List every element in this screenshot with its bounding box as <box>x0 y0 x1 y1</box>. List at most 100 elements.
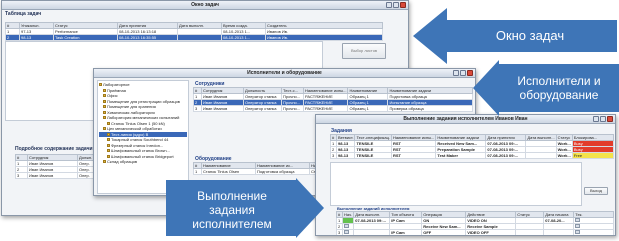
tree-label: Лабораторное <box>103 82 130 87</box>
folder-icon <box>103 99 106 103</box>
machine-icon <box>107 143 110 147</box>
cell: Иван Иванов <box>27 172 78 179</box>
start-icon[interactable] <box>344 224 349 228</box>
column-header[interactable]: Наименование испы... <box>302 87 349 94</box>
cell <box>525 152 557 159</box>
actions-table: # Нач. Дата выполн. Тип объекта Операция… <box>336 211 614 235</box>
staff-table: # Сотрудник Должность Тест-с... Наименов… <box>193 87 473 112</box>
tasks-table: # Уникальн. Статус Дата принятия Дата вы… <box>5 22 383 41</box>
cell: 3 <box>193 105 202 112</box>
column-header[interactable]: Ветвист. <box>335 134 356 141</box>
tree-label: Помещение для регистрации образцов <box>107 98 180 104</box>
close-icon[interactable] <box>607 116 613 122</box>
column-header[interactable]: Наименование испы... <box>390 134 437 141</box>
table-row[interactable]: 3 Иван Иванов Оператор станка Прочно... … <box>193 105 473 112</box>
cell: Task Creation <box>53 34 118 41</box>
tree-label: Тест-линия (ядро) В <box>111 131 149 137</box>
cell: RST <box>390 152 437 159</box>
cell: 07-08-2013 09:... <box>353 217 391 224</box>
cell <box>177 34 222 41</box>
cell: Оператор станка <box>243 105 282 112</box>
cell: Подготовка образца <box>255 168 310 175</box>
tree-label: Лаборатория механических испытаний <box>107 115 180 120</box>
machine-icon <box>107 149 110 153</box>
column-header[interactable]: Статус <box>555 134 573 141</box>
tree-label: Токарный станок Southbend 44 <box>111 137 169 142</box>
column-header[interactable]: Тест-спецификац. <box>354 134 392 141</box>
minimize-icon[interactable] <box>386 2 392 8</box>
tree-label: Шлифовальный станок Brown... <box>111 148 170 153</box>
cell[interactable] <box>341 229 355 235</box>
execution-window-titlebar[interactable]: Выполнение задания исполнителем Иванов И… <box>316 115 615 124</box>
table-row-selected[interactable]: 2 98-13 Task Creation 08-10-2013 16:35:5… <box>5 34 383 41</box>
cell: 1 <box>193 168 202 175</box>
cell: Test Maker <box>435 152 487 159</box>
executors-window-title: Исполнители и оборудование <box>247 70 322 76</box>
task-window-titlebar[interactable]: Окно задач <box>2 1 408 10</box>
action-icon[interactable] <box>575 224 581 228</box>
cell: Иванов Ив. <box>265 34 383 41</box>
tree-label: Помещение для хранения <box>107 104 156 109</box>
folder-icon <box>103 160 106 164</box>
cell <box>543 229 575 235</box>
select-sheets-button[interactable]: Выбор листов <box>342 43 386 59</box>
cell: VIDEO OFF <box>465 229 517 235</box>
callout-execution: Выполнение задания исполнителем <box>166 178 324 241</box>
tree-label: Офис <box>107 93 118 98</box>
minimize-icon[interactable] <box>453 70 459 76</box>
cell: Проверка образца <box>387 105 473 112</box>
tree-label: Склад образцов <box>107 159 138 164</box>
cell: РАСТЯЖЕНИЕ <box>302 105 349 112</box>
tree-node[interactable]: Склад образцов <box>99 159 187 165</box>
cell: Оператор станка <box>243 93 282 100</box>
cell[interactable] <box>573 229 614 235</box>
callout-task-window: Окно задач <box>413 8 617 64</box>
callout-executors: Исполнители и оборудование <box>473 60 619 116</box>
folder-icon <box>103 94 106 98</box>
cell: 98-13 <box>335 152 356 159</box>
action-icon[interactable] <box>575 230 581 234</box>
tree-label: Фрезерный станок Inredon... <box>111 142 164 148</box>
machine-icon <box>107 132 110 136</box>
cell <box>515 229 545 235</box>
cell: 3 <box>15 172 28 179</box>
close-icon[interactable] <box>400 2 406 8</box>
callout-execution-text: Выполнение задания исполнителем <box>192 188 272 231</box>
tree-label: Приёмная <box>107 87 126 93</box>
cell: IP Cam <box>389 229 423 235</box>
maximize-icon[interactable] <box>393 2 399 8</box>
tree-label: Цех механической обработки <box>107 126 162 131</box>
machine-icon <box>107 154 110 158</box>
column-header[interactable]: Дата выполн... <box>525 134 557 141</box>
cell: TENSILE <box>354 152 392 159</box>
cell: 98-13 <box>19 34 54 41</box>
callout-executors-text: Исполнители и оборудование <box>517 74 601 102</box>
tasks-table-label: Таблица задач <box>5 11 42 17</box>
action-icon[interactable] <box>575 218 581 222</box>
start-icon[interactable] <box>344 230 349 234</box>
folder-icon <box>99 83 102 87</box>
folder-icon <box>103 116 106 120</box>
exit-button[interactable]: Выход <box>584 187 608 195</box>
tree-label: Химическая лаборатория <box>107 109 155 115</box>
column-header[interactable]: Нач. <box>341 211 355 218</box>
folder-icon <box>103 105 106 109</box>
task-window-title: Окно задач <box>191 2 219 8</box>
minimize-icon[interactable] <box>593 116 599 122</box>
maximize-icon[interactable] <box>460 70 466 76</box>
table-row[interactable]: 3 98-13 TENSILE RST Test Maker 07-08-201… <box>330 152 615 159</box>
execution-window-title: Выполнение задания исполнителем Иванов И… <box>403 116 528 122</box>
column-header[interactable]: Наименование задачи <box>435 134 487 141</box>
cell: 2 <box>5 34 20 41</box>
cell: Work... <box>555 146 573 153</box>
table-row[interactable]: 3 IP Cam OFF VIDEO OFF <box>336 229 614 235</box>
tree-label: Шлифовальный станок Bridgeport <box>111 153 174 159</box>
maximize-icon[interactable] <box>600 116 606 122</box>
folder-icon <box>103 88 106 92</box>
folder-icon <box>103 110 106 114</box>
execution-window: Выполнение задания исполнителем Иванов И… <box>315 114 616 236</box>
executors-window-titlebar[interactable]: Исполнители и оборудование <box>94 69 475 78</box>
cell <box>353 229 391 235</box>
cell: 08-10-2013 1... <box>221 34 266 41</box>
cell: Work... <box>555 152 573 159</box>
